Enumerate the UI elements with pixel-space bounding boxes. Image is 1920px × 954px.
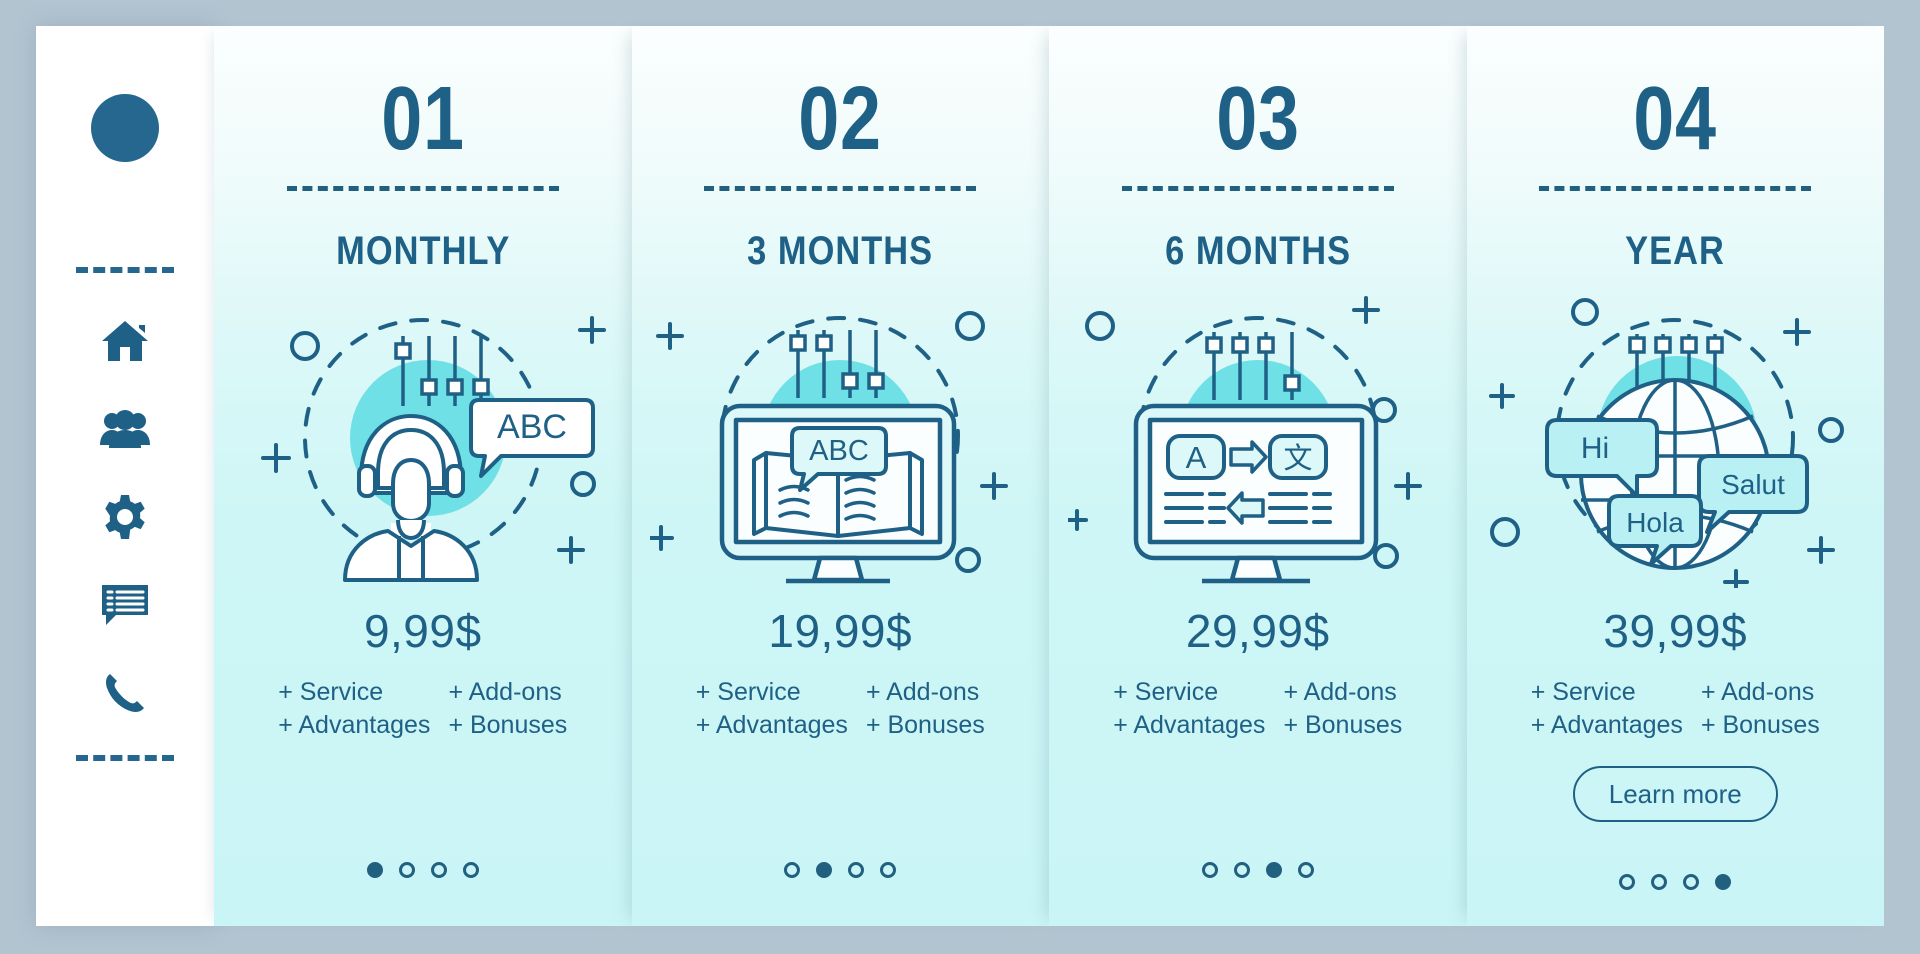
sidebar-item-messages[interactable]: [99, 579, 151, 631]
illustration-globe-greetings: Hi Salut Hola: [1485, 288, 1865, 588]
learn-more-button[interactable]: Learn more: [1572, 766, 1778, 822]
pricing-card-year: 04 YEAR Hi Salut Hola 39,99$ + Service +…: [1466, 26, 1885, 926]
svg-text:Hi: Hi: [1581, 432, 1609, 465]
feature-advantages: + Advantages: [1530, 711, 1683, 739]
pagination-dots: [1049, 862, 1467, 878]
onboarding-screens-root: 01 MONTHLY ABC 9,99$ + Service + Add-ons…: [0, 0, 1920, 954]
card-title: 6 MONTHS: [1164, 229, 1351, 273]
sidebar-nav: [99, 315, 151, 719]
gear-icon: [102, 494, 148, 540]
pagination-dot[interactable]: [462, 862, 479, 878]
pagination-dot[interactable]: [398, 862, 415, 878]
svg-text:Salut: Salut: [1721, 469, 1785, 500]
feature-advantages: + Advantages: [695, 711, 848, 739]
card-features: + Service + Add-ons + Advantages + Bonus…: [278, 678, 567, 740]
card-number: 02: [798, 69, 883, 169]
svg-text:ABC: ABC: [809, 435, 869, 467]
pagination-dot[interactable]: [816, 862, 833, 878]
card-number: 04: [1633, 69, 1718, 169]
people-icon: [100, 409, 150, 449]
chat-icon: [100, 583, 150, 627]
card-dashed-rule: [1121, 186, 1394, 191]
sidebar-item-settings[interactable]: [99, 491, 151, 543]
feature-bonuses: + Bonuses: [865, 711, 985, 739]
feature-advantages: + Advantages: [278, 711, 431, 739]
svg-text:A: A: [1185, 440, 1206, 475]
pagination-dot[interactable]: [366, 862, 383, 878]
card-number: 03: [1215, 69, 1300, 169]
illustration-headset-woman: ABC: [233, 288, 613, 588]
feature-service: + Service: [278, 678, 384, 706]
logo-circle[interactable]: [91, 94, 159, 162]
feature-addons: + Add-ons: [448, 678, 562, 706]
home-icon: [101, 319, 149, 363]
feature-bonuses: + Bonuses: [1283, 711, 1403, 739]
feature-addons: + Add-ons: [865, 678, 980, 706]
pricing-card-3-months: 02 3 MONTHS ABC 19,99$ + Service + Add-o…: [631, 26, 1050, 926]
card-dashed-rule: [704, 186, 977, 191]
card-price: 39,99$: [1603, 605, 1748, 657]
pricing-card-monthly: 01 MONTHLY ABC 9,99$ + Service + Add-ons…: [214, 26, 632, 926]
feature-advantages: + Advantages: [1113, 711, 1266, 739]
feature-addons: + Add-ons: [1700, 678, 1815, 706]
card-price: 29,99$: [1185, 605, 1330, 657]
card-title: 3 MONTHS: [747, 229, 934, 273]
phone-icon: [103, 671, 147, 715]
pagination-dot[interactable]: [1715, 874, 1732, 890]
card-dashed-rule: [286, 186, 559, 191]
card-title: YEAR: [1625, 229, 1726, 273]
card-dashed-rule: [1539, 186, 1812, 191]
feature-service: + Service: [695, 678, 801, 706]
card-number: 01: [380, 69, 465, 169]
pagination-dot[interactable]: [430, 862, 447, 878]
pagination-dot[interactable]: [1651, 874, 1668, 890]
pricing-cards-row: 01 MONTHLY ABC 9,99$ + Service + Add-ons…: [214, 26, 1884, 926]
sidebar-item-call[interactable]: [99, 667, 151, 719]
pagination-dot[interactable]: [1619, 874, 1636, 890]
card-features: + Service + Add-ons + Advantages + Bonus…: [1531, 678, 1820, 740]
feature-bonuses: + Bonuses: [1700, 711, 1820, 739]
sidebar-item-community[interactable]: [99, 403, 151, 455]
svg-text:Hola: Hola: [1626, 507, 1684, 538]
card-title: MONTHLY: [335, 229, 510, 273]
illustration-monitor-translate: A 文: [1067, 288, 1448, 588]
card-price: 19,99$: [768, 605, 913, 657]
svg-text:文: 文: [1283, 441, 1312, 475]
illustration-monitor-book: ABC: [650, 288, 1030, 588]
card-features: + Service + Add-ons + Advantages + Bonus…: [1113, 678, 1402, 740]
feature-addons: + Add-ons: [1283, 678, 1397, 706]
card-price: 9,99$: [363, 605, 482, 657]
feature-service: + Service: [1530, 678, 1636, 706]
pagination-dots: [214, 862, 632, 878]
sidebar-divider-bottom: [76, 755, 174, 761]
pagination-dots: [1467, 874, 1885, 890]
pagination-dot[interactable]: [1233, 862, 1250, 878]
feature-service: + Service: [1113, 678, 1219, 706]
pagination-dot[interactable]: [1683, 874, 1700, 890]
sidebar: [36, 26, 214, 926]
card-features: + Service + Add-ons + Advantages + Bonus…: [696, 678, 985, 740]
pagination-dot[interactable]: [1297, 862, 1314, 878]
pricing-card-6-months: 03 6 MONTHS A 文 29,99$ + Service + Add-o…: [1049, 26, 1467, 926]
pagination-dot[interactable]: [1201, 862, 1218, 878]
pagination-dot[interactable]: [848, 862, 865, 878]
feature-bonuses: + Bonuses: [448, 711, 568, 739]
sidebar-item-home[interactable]: [99, 315, 151, 367]
pagination-dot[interactable]: [784, 862, 801, 878]
svg-text:ABC: ABC: [497, 408, 567, 446]
pagination-dot[interactable]: [880, 862, 897, 878]
sidebar-divider-top: [76, 267, 174, 273]
pagination-dot[interactable]: [1265, 862, 1282, 878]
pagination-dots: [632, 862, 1050, 878]
